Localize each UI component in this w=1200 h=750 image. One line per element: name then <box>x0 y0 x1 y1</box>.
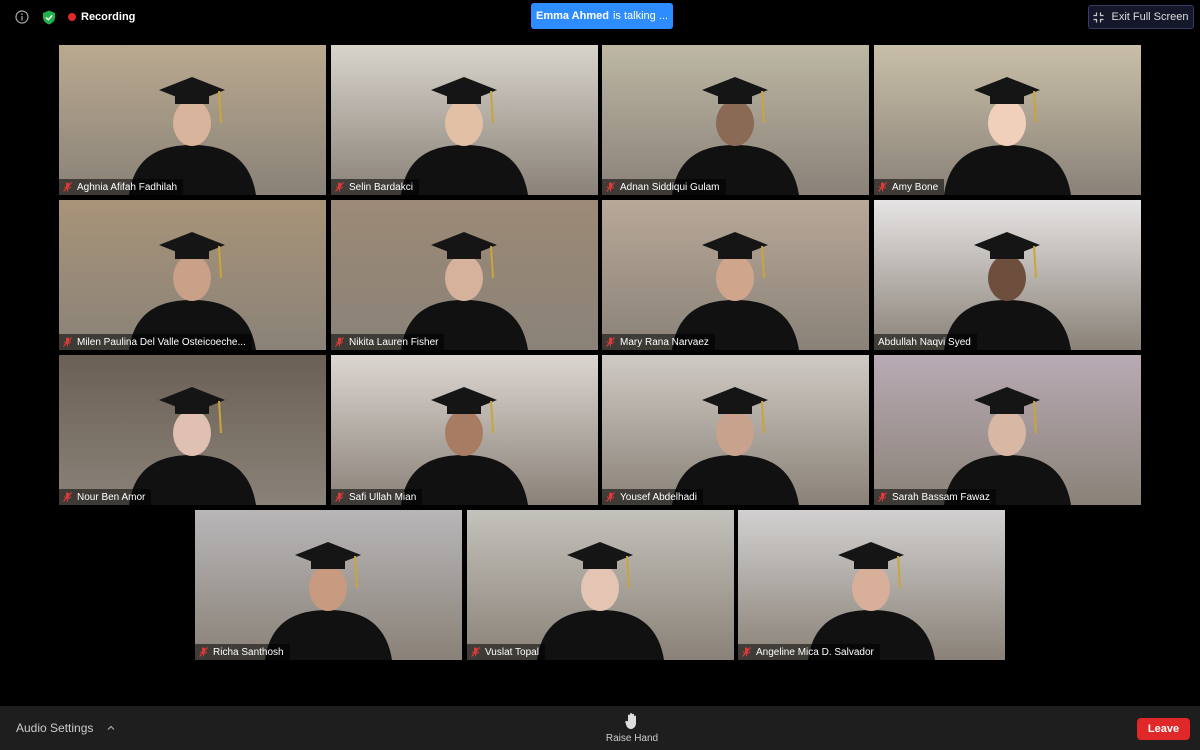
raise-hand-label: Raise Hand <box>605 733 659 744</box>
participant-name-bar: Angeline Mica D. Salvador <box>738 644 880 660</box>
participant-video-tile[interactable]: Milen Paulina Del Valle Osteicoeche... <box>59 200 326 350</box>
muted-mic-icon <box>335 337 344 347</box>
participant-name: Angeline Mica D. Salvador <box>756 646 874 658</box>
participant-name: Adnan Siddiqui Gulam <box>620 181 720 193</box>
info-icon[interactable] <box>12 7 32 27</box>
participant-video-feed <box>944 77 1071 195</box>
active-speaker-name: Emma Ahmed <box>536 10 609 22</box>
participant-video-feed <box>129 232 256 350</box>
shield-check-icon[interactable] <box>39 7 59 27</box>
participant-video-tile[interactable]: Adnan Siddiqui Gulam <box>602 45 869 195</box>
recording-label: Recording <box>81 11 136 23</box>
participant-video-feed <box>129 387 256 505</box>
participant-name-bar: Amy Bone <box>874 179 945 195</box>
participant-video-feed <box>944 387 1071 505</box>
exit-fullscreen-icon <box>1093 12 1104 22</box>
muted-mic-icon <box>199 647 208 657</box>
muted-mic-icon <box>742 647 751 657</box>
audio-settings-label: Audio Settings <box>16 721 94 735</box>
raise-hand-button[interactable]: Raise Hand <box>600 712 664 744</box>
muted-mic-icon <box>63 337 72 347</box>
participant-name: Amy Bone <box>892 181 939 193</box>
participant-name: Vuslat Topal <box>485 646 539 658</box>
participant-video-tile[interactable]: Safi Ullah Mian <box>331 355 598 505</box>
participant-video-feed <box>401 387 528 505</box>
participant-name: Nikita Lauren Fisher <box>349 336 439 348</box>
participant-video-tile[interactable]: Selin Bardakci <box>331 45 598 195</box>
muted-mic-icon <box>335 492 344 502</box>
muted-mic-icon <box>606 492 615 502</box>
participant-video-feed <box>672 232 799 350</box>
participant-name-bar: Milen Paulina Del Valle Osteicoeche... <box>59 334 252 350</box>
participant-video-feed <box>401 232 528 350</box>
participant-name-bar: Nikita Lauren Fisher <box>331 334 445 350</box>
participant-name-bar: Selin Bardakci <box>331 179 419 195</box>
participant-name-bar: Nour Ben Amor <box>59 489 152 505</box>
participant-name-bar: Abdullah Naqvi Syed <box>874 334 977 350</box>
participant-name-bar: Vuslat Topal <box>467 644 545 660</box>
participant-video-feed <box>944 232 1071 350</box>
participant-name-bar: Aghnia Afifah Fadhilah <box>59 179 184 195</box>
participant-video-tile[interactable]: Yousef Abdelhadi <box>602 355 869 505</box>
active-speaker-banner: Emma Ahmed is talking ... <box>531 3 673 29</box>
muted-mic-icon <box>606 337 615 347</box>
participant-name: Selin Bardakci <box>349 181 413 193</box>
leave-button[interactable]: Leave <box>1137 718 1190 740</box>
participant-video-feed <box>672 77 799 195</box>
muted-mic-icon <box>63 182 72 192</box>
participant-name: Milen Paulina Del Valle Osteicoeche... <box>77 336 246 348</box>
participant-name: Mary Rana Narvaez <box>620 336 709 348</box>
participant-video-feed <box>129 77 256 195</box>
participant-video-feed <box>672 387 799 505</box>
muted-mic-icon <box>471 647 480 657</box>
leave-label: Leave <box>1147 723 1180 735</box>
participant-video-feed <box>401 77 528 195</box>
participant-name-bar: Mary Rana Narvaez <box>602 334 715 350</box>
participant-name-bar: Richa Santhosh <box>195 644 290 660</box>
participant-video-tile[interactable]: Angeline Mica D. Salvador <box>738 510 1005 660</box>
muted-mic-icon <box>63 492 72 502</box>
participant-name-bar: Safi Ullah Mian <box>331 489 423 505</box>
participant-name-bar: Adnan Siddiqui Gulam <box>602 179 726 195</box>
muted-mic-icon <box>335 182 344 192</box>
audio-settings-button[interactable]: Audio Settings <box>16 721 115 735</box>
participant-video-tile[interactable]: Richa Santhosh <box>195 510 462 660</box>
participant-video-feed <box>265 542 392 660</box>
participant-video-tile[interactable]: Vuslat Topal <box>467 510 734 660</box>
exit-fullscreen-button[interactable]: Exit Full Screen <box>1088 5 1194 29</box>
muted-mic-icon <box>878 492 887 502</box>
participant-name: Safi Ullah Mian <box>349 491 417 503</box>
participant-name: Aghnia Afifah Fadhilah <box>77 181 178 193</box>
participant-video-tile[interactable]: Sarah Bassam Fawaz <box>874 355 1141 505</box>
participant-video-feed <box>808 542 935 660</box>
hand-icon <box>625 713 636 729</box>
participant-name: Nour Ben Amor <box>77 491 146 503</box>
participant-video-feed <box>537 542 664 660</box>
chevron-up-icon[interactable] <box>107 724 115 732</box>
participant-name: Yousef Abdelhadi <box>620 491 697 503</box>
participant-video-tile[interactable]: Nour Ben Amor <box>59 355 326 505</box>
muted-mic-icon <box>878 182 887 192</box>
participant-name: Abdullah Naqvi Syed <box>878 336 971 348</box>
meeting-controls-bar: Audio Settings Raise Hand Leave <box>0 706 1200 750</box>
muted-mic-icon <box>606 182 615 192</box>
exit-fullscreen-label: Exit Full Screen <box>1111 11 1189 23</box>
recording-dot-icon <box>68 13 76 21</box>
active-speaker-suffix: is talking ... <box>612 10 668 22</box>
participant-video-tile[interactable]: Mary Rana Narvaez <box>602 200 869 350</box>
participant-video-tile[interactable]: Amy Bone <box>874 45 1141 195</box>
participant-video-tile[interactable]: Aghnia Afifah Fadhilah <box>59 45 326 195</box>
participant-name-bar: Yousef Abdelhadi <box>602 489 703 505</box>
participant-name-bar: Sarah Bassam Fawaz <box>874 489 996 505</box>
participant-name: Sarah Bassam Fawaz <box>892 491 990 503</box>
participant-video-tile[interactable]: Abdullah Naqvi Syed <box>874 200 1141 350</box>
recording-indicator[interactable]: Recording <box>68 8 135 26</box>
participant-name: Richa Santhosh <box>213 646 284 658</box>
participant-video-tile[interactable]: Nikita Lauren Fisher <box>331 200 598 350</box>
